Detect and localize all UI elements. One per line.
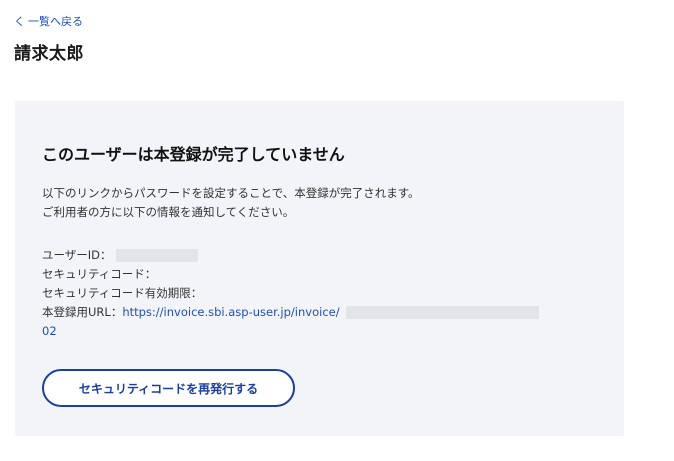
chevron-left-icon: く	[14, 14, 25, 28]
back-to-list-link[interactable]: く 一覧へ戻る	[14, 13, 83, 29]
user-id-redacted-value	[115, 249, 198, 262]
registration-url-link[interactable]: https://invoice.sbi.asp-user.jp/invoice/	[122, 303, 339, 322]
registration-url-label: 本登録用URL：	[42, 305, 123, 319]
notice-description: 以下のリンクからパスワードを設定することで、本登録が完了されます。 ご利用者の方…	[42, 184, 420, 222]
registration-url-redacted-part	[345, 306, 539, 319]
reissue-security-code-button[interactable]: セキュリティコードを再発行する	[42, 369, 295, 407]
registration-info: ユーザーID： セキュリティコード： セキュリティコード有効期限： 本登録用UR…	[42, 246, 539, 341]
security-code-label: セキュリティコード：	[42, 267, 157, 281]
security-code-row: セキュリティコード：	[42, 265, 539, 284]
security-code-expiry-label: セキュリティコード有効期限：	[42, 286, 203, 300]
registration-notice-panel: このユーザーは本登録が完了していません 以下のリンクからパスワードを設定すること…	[15, 101, 624, 436]
notice-heading: このユーザーは本登録が完了していません	[42, 145, 345, 164]
user-detail-page: く 一覧へ戻る 請求太郎 このユーザーは本登録が完了していません 以下のリンクか…	[0, 0, 674, 461]
registration-url-suffix[interactable]: 02	[42, 322, 539, 341]
notice-description-line: 以下のリンクからパスワードを設定することで、本登録が完了されます。	[42, 186, 420, 200]
user-id-row: ユーザーID：	[42, 246, 539, 265]
security-code-expiry-row: セキュリティコード有効期限：	[42, 284, 539, 303]
page-title: 請求太郎	[14, 44, 84, 64]
back-link-label: 一覧へ戻る	[28, 15, 83, 28]
registration-url-row: 本登録用URL： https://invoice.sbi.asp-user.jp…	[42, 303, 539, 322]
user-id-label: ユーザーID：	[42, 248, 112, 262]
notice-description-line: ご利用者の方に以下の情報を通知してください。	[42, 205, 295, 219]
